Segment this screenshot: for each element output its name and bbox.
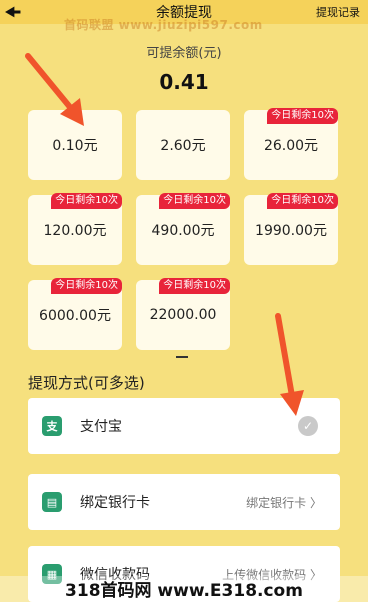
withdrawal-records-link[interactable]: 提现记录 bbox=[316, 4, 360, 20]
amount-option-label: 2.60元 bbox=[160, 138, 206, 154]
bank-card-icon: ▤ bbox=[42, 492, 62, 512]
amount-option-label: 26.00元 bbox=[263, 138, 319, 154]
annotation-arrow-icon bbox=[275, 313, 304, 416]
amount-option[interactable]: 今日剩余10次 1990.00元 bbox=[244, 193, 338, 265]
remaining-badge: 今日剩余10次 bbox=[267, 108, 338, 124]
amount-option[interactable]: 今日剩余10次 490.00元 bbox=[136, 193, 230, 265]
remaining-badge: 今日剩余10次 bbox=[159, 193, 230, 209]
bind-bank-card-link[interactable]: 绑定银行卡 〉 bbox=[246, 494, 322, 511]
amount-option-label: 120.00元 bbox=[43, 223, 107, 239]
remaining-badge: 今日剩余10次 bbox=[159, 278, 230, 294]
amount-option[interactable]: 今日剩余10次 120.00元 bbox=[28, 193, 122, 265]
divider-dash bbox=[176, 356, 188, 358]
method-bank-card[interactable]: ▤ 绑定银行卡 绑定银行卡 〉 bbox=[28, 474, 340, 530]
amount-option-label: 1990.00元 bbox=[255, 223, 327, 239]
alipay-icon: 支 bbox=[42, 416, 62, 436]
amount-option-label: 6000.00元 bbox=[39, 308, 111, 324]
method-label: 支付宝 bbox=[80, 419, 122, 435]
methods-title: 提现方式(可多选) bbox=[28, 374, 145, 392]
amount-option[interactable]: 今日剩余10次 26.00元 bbox=[244, 108, 338, 180]
watermark-text: 首码联盟 www.jiuzipi597.com bbox=[64, 18, 263, 32]
amount-option-label: 490.00元 bbox=[151, 223, 215, 239]
method-label: 绑定银行卡 bbox=[80, 495, 150, 511]
amount-option[interactable]: 今日剩余10次 6000.00元 bbox=[28, 278, 122, 350]
remaining-badge: 今日剩余10次 bbox=[267, 193, 338, 209]
amount-option[interactable]: 今日剩余10次 22000.00 bbox=[136, 278, 230, 350]
back-arrow-icon[interactable]: 🠜 bbox=[4, 1, 22, 23]
annotation-arrow-icon bbox=[25, 53, 84, 126]
amount-option[interactable]: 2.60元 bbox=[136, 110, 230, 180]
footer-watermark: 318首码网 www.E318.com bbox=[0, 576, 368, 602]
amount-option-label: 22000.00 bbox=[149, 307, 217, 323]
remaining-badge: 今日剩余10次 bbox=[51, 193, 122, 209]
remaining-badge: 今日剩余10次 bbox=[51, 278, 122, 294]
amount-option-label: 0.10元 bbox=[52, 138, 98, 154]
